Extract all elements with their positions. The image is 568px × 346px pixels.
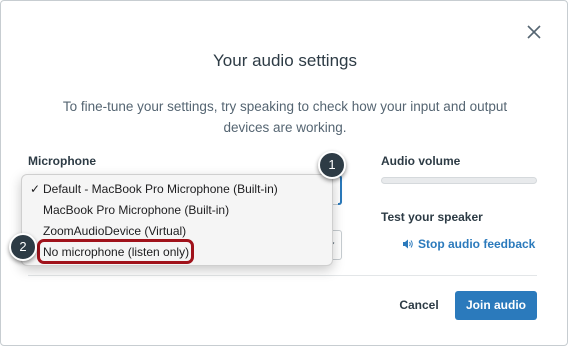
join-audio-button[interactable]: Join audio <box>455 291 537 320</box>
option-label: Default - MacBook Pro Microphone (Built-… <box>43 182 278 196</box>
close-button[interactable] <box>523 21 545 43</box>
close-icon <box>527 25 541 39</box>
microphone-option-none[interactable]: No microphone (listen only) <box>22 242 334 262</box>
speaker-wave-icon <box>403 239 413 249</box>
microphone-dropdown-menu: ✓ Default - MacBook Pro Microphone (Buil… <box>21 174 333 266</box>
option-label: MacBook Pro Microphone (Built-in) <box>43 203 230 217</box>
stop-audio-feedback-label: Stop audio feedback <box>418 237 536 251</box>
audio-volume-meter <box>381 177 537 184</box>
cancel-button[interactable]: Cancel <box>393 291 445 319</box>
microphone-option-macbook[interactable]: MacBook Pro Microphone (Built-in) <box>22 200 334 220</box>
audio-volume-label: Audio volume <box>381 154 461 168</box>
microphone-option-default[interactable]: ✓ Default - MacBook Pro Microphone (Buil… <box>22 179 334 199</box>
callout-badge-2: 2 <box>9 233 37 261</box>
focus-outline <box>338 175 342 205</box>
microphone-label: Microphone <box>28 154 96 168</box>
microphone-option-zoom[interactable]: ZoomAudioDevice (Virtual) <box>22 221 334 241</box>
option-label: No microphone (listen only) <box>43 245 190 259</box>
audio-settings-dialog: Your audio settings To fine-tune your se… <box>0 0 568 346</box>
dialog-title: Your audio settings <box>213 51 357 70</box>
callout-badge-1: 1 <box>318 151 346 179</box>
option-label: ZoomAudioDevice (Virtual) <box>43 224 187 238</box>
dialog-subtitle: To fine-tune your settings, try speaking… <box>62 99 508 135</box>
test-speaker-label: Test your speaker <box>381 210 483 224</box>
footer-divider <box>28 275 537 276</box>
checkmark-icon: ✓ <box>30 182 41 196</box>
stop-audio-feedback-link[interactable]: Stop audio feedback <box>402 237 535 251</box>
